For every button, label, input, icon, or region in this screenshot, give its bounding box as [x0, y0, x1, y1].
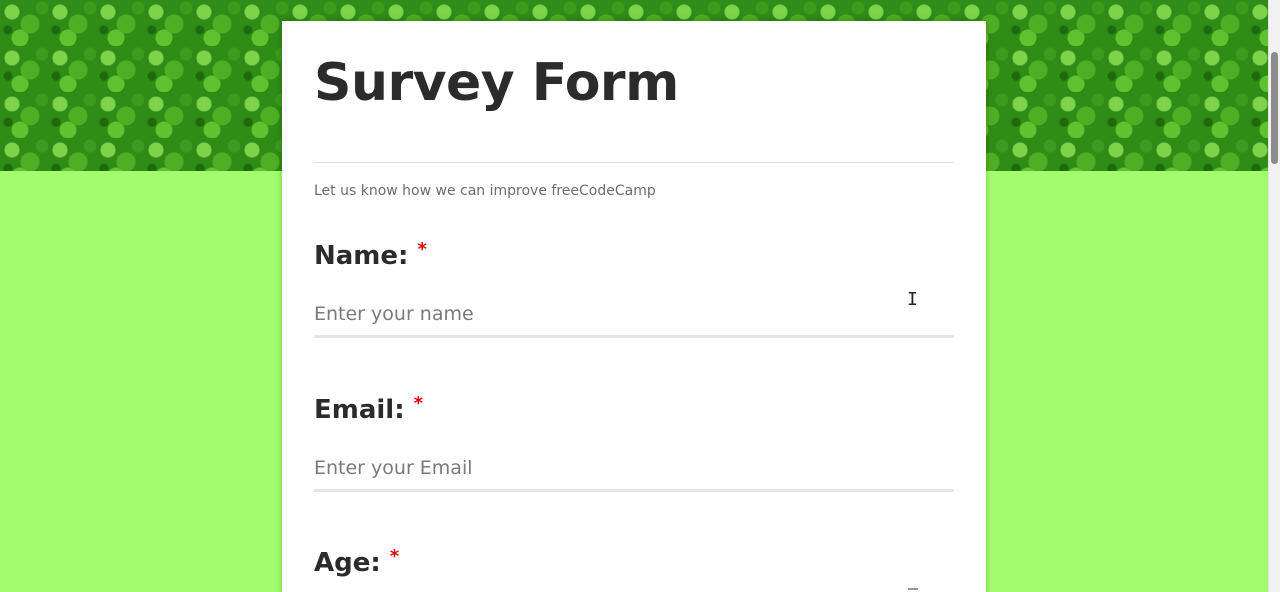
page-title: Survey Form	[314, 53, 679, 113]
name-label-text: Name:	[314, 241, 409, 271]
age-field-group: Age: *	[314, 540, 954, 590]
email-input[interactable]	[314, 447, 954, 492]
name-label: Name: *	[314, 233, 954, 273]
email-field-group: Email: *	[314, 387, 954, 492]
text-cursor-icon: I	[907, 289, 918, 310]
age-input-edge[interactable]	[908, 588, 918, 590]
scrollbar-thumb[interactable]	[1271, 52, 1278, 164]
survey-form-card: Survey Form Let us know how we can impro…	[282, 21, 986, 592]
form-description: Let us know how we can improve freeCodeC…	[314, 183, 656, 199]
age-label-text: Age:	[314, 548, 381, 578]
email-label: Email: *	[314, 387, 954, 427]
page-scrollbar[interactable]	[1268, 0, 1280, 592]
email-label-text: Email:	[314, 395, 405, 425]
name-input[interactable]	[314, 293, 954, 338]
name-field-group: Name: *	[314, 233, 954, 338]
required-marker: *	[389, 546, 400, 567]
age-label: Age: *	[314, 540, 954, 580]
required-marker: *	[413, 393, 424, 414]
required-marker: *	[417, 239, 427, 260]
title-divider	[314, 162, 954, 163]
